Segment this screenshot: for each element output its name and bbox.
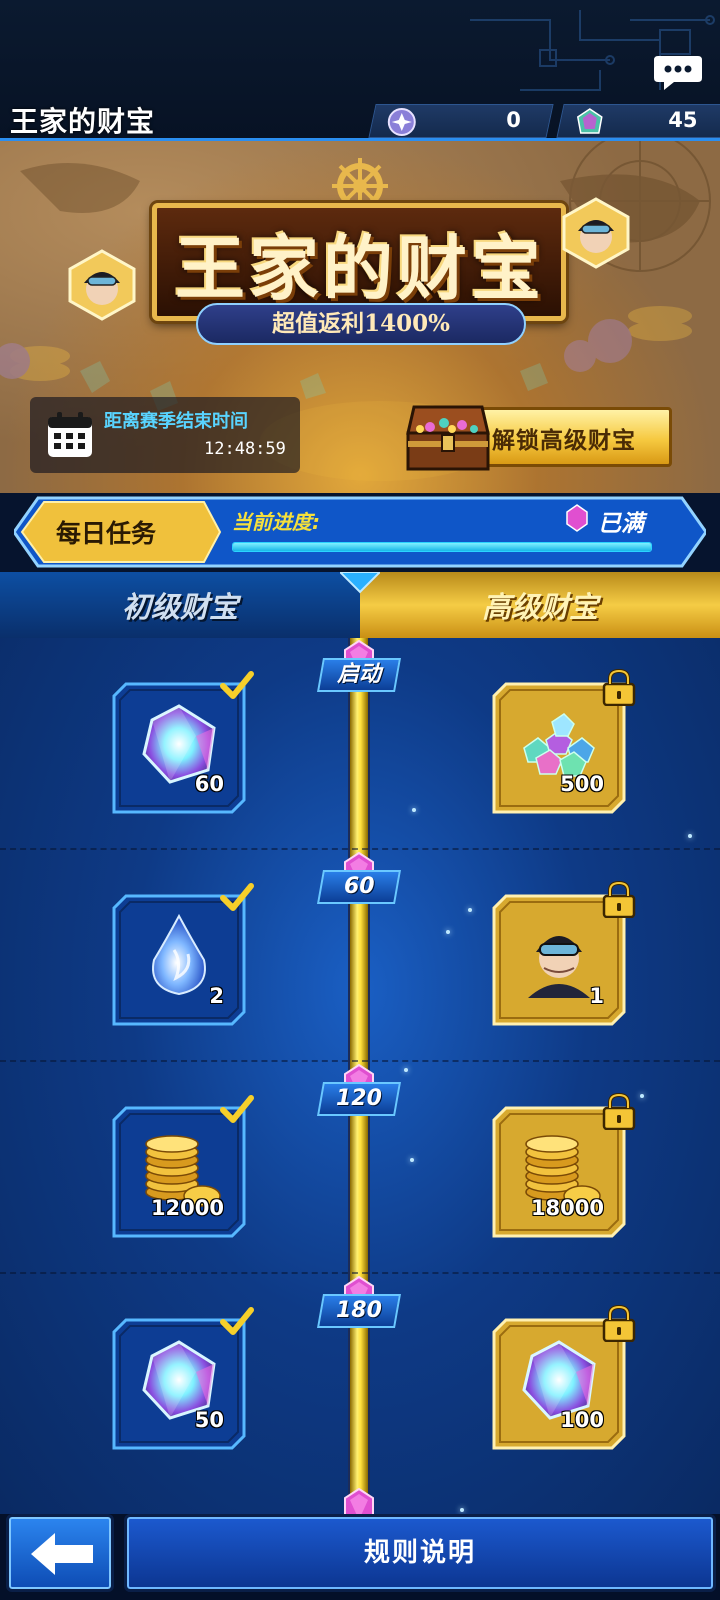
- event-logo-title: 王家的财宝: [175, 227, 545, 310]
- sparkle-decoration: [688, 834, 692, 838]
- daily-task-bar[interactable]: 每日任务 当前进度: 已满: [0, 490, 720, 572]
- back-button[interactable]: [6, 1514, 114, 1592]
- tab-advanced-treasure[interactable]: 高级财宝: [360, 572, 720, 638]
- row-divider: [0, 848, 720, 850]
- basic-reward-card[interactable]: 60: [112, 671, 254, 814]
- reward-row: 180 50 100: [0, 1274, 720, 1486]
- claimed-check-icon: [220, 1307, 254, 1335]
- advanced-reward-qty: 100: [560, 1408, 604, 1432]
- progress-label: 当前进度:: [232, 510, 320, 534]
- event-banner: 王家的财宝 超值返利1400% 距离赛季结束时间 12:48:59 解锁高级财宝: [0, 141, 720, 493]
- row-divider: [0, 1272, 720, 1274]
- back-arrow-icon: [31, 1533, 93, 1575]
- claimed-check-icon: [220, 1095, 254, 1123]
- claimed-check-icon: [220, 671, 254, 699]
- unlock-button-label: 解锁高级财宝: [492, 428, 636, 454]
- event-logo-subtitle: 超值返利1400%: [196, 303, 526, 345]
- claimed-check-icon: [220, 883, 254, 911]
- sparkle-decoration: [410, 1158, 414, 1162]
- orb-currency-icon: [387, 108, 416, 136]
- bottom-bar: 规则说明: [0, 1514, 720, 1600]
- basic-reward-card[interactable]: 12000: [112, 1095, 254, 1238]
- milestone-value: 180: [336, 1298, 382, 1323]
- basic-reward-card[interactable]: 50: [112, 1307, 254, 1450]
- progress-bar: [232, 542, 652, 552]
- chat-icon[interactable]: [652, 52, 704, 92]
- advanced-reward-card[interactable]: 1: [492, 880, 636, 1026]
- tab-basic-label: 初级财宝: [121, 590, 238, 624]
- treasure-tabs: 初级财宝 高级财宝: [0, 572, 720, 638]
- reward-row: 120 12000 18000: [0, 1062, 720, 1274]
- gem-currency: 45: [556, 104, 720, 138]
- lock-icon: [602, 668, 636, 706]
- calendar-icon: [48, 412, 92, 457]
- advanced-reward-card[interactable]: 500: [492, 668, 636, 814]
- sparkle-decoration: [460, 1508, 464, 1512]
- season-timer: 距离赛季结束时间 12:48:59: [30, 397, 300, 473]
- top-bar: 王家的财宝 0 45: [0, 0, 720, 141]
- reward-row: 启动 60 500: [0, 638, 720, 850]
- timer-label: 距离赛季结束时间: [104, 411, 248, 432]
- milestone-value: 60: [343, 874, 375, 899]
- gem-currency-icon: [576, 108, 603, 134]
- advanced-reward-qty: 18000: [530, 1196, 604, 1220]
- basic-reward-qty: 60: [194, 772, 224, 796]
- rules-button-label: 规则说明: [363, 1538, 476, 1568]
- treasure-chest-icon: [406, 405, 490, 471]
- gem-currency-value: 45: [667, 108, 698, 132]
- tab-notch-indicator: [340, 572, 380, 594]
- basic-reward-qty: 50: [194, 1408, 224, 1432]
- milestone-label: 60: [317, 870, 401, 904]
- milestone-gem-icon: [566, 504, 588, 532]
- character-avatar-icon: [562, 197, 630, 269]
- sparkle-decoration: [640, 1094, 644, 1098]
- rules-button[interactable]: 规则说明: [124, 1514, 716, 1592]
- basic-reward-qty: 2: [209, 984, 224, 1008]
- sparkle-decoration: [412, 808, 416, 812]
- milestone-value: 120: [336, 1086, 382, 1111]
- advanced-reward-qty: 500: [560, 772, 604, 796]
- timer-value: 12:48:59: [204, 439, 286, 459]
- basic-reward-card[interactable]: 2: [112, 883, 254, 1026]
- unlock-premium-button[interactable]: 解锁高级财宝: [400, 399, 686, 473]
- character-avatar-icon: [68, 249, 136, 321]
- advanced-reward-qty: 1: [589, 984, 604, 1008]
- advanced-reward-card[interactable]: 100: [492, 1304, 636, 1450]
- reward-track[interactable]: 启动 60 500 60 2 1 120 12000 18000 180 50 …: [0, 638, 720, 1514]
- tab-advanced-label: 高级财宝: [481, 590, 598, 624]
- lock-icon: [602, 1092, 636, 1130]
- advanced-reward-card[interactable]: 18000: [492, 1092, 636, 1238]
- progress-status: 已满: [598, 511, 644, 537]
- tab-basic-treasure[interactable]: 初级财宝: [0, 572, 360, 638]
- sparkle-decoration: [468, 908, 472, 912]
- page-title: 王家的财宝: [10, 105, 156, 138]
- basic-reward-qty: 12000: [150, 1196, 224, 1220]
- orb-currency-value: 0: [506, 108, 522, 132]
- row-divider: [0, 1060, 720, 1062]
- milestone-value: 启动: [336, 662, 381, 687]
- lock-icon: [602, 880, 636, 918]
- milestone-label: 120: [317, 1082, 401, 1116]
- daily-task-label: 每日任务: [56, 519, 157, 548]
- sparkle-decoration: [404, 1068, 408, 1072]
- orb-currency: 0: [368, 104, 554, 138]
- milestone-label: 启动: [317, 658, 401, 692]
- milestone-gem-icon: [344, 1487, 374, 1514]
- reward-row: 60 2 1: [0, 850, 720, 1062]
- progress-bar-fill: [233, 543, 651, 551]
- milestone-label: 180: [317, 1294, 401, 1328]
- lock-icon: [602, 1304, 636, 1342]
- sparkle-decoration: [446, 930, 450, 934]
